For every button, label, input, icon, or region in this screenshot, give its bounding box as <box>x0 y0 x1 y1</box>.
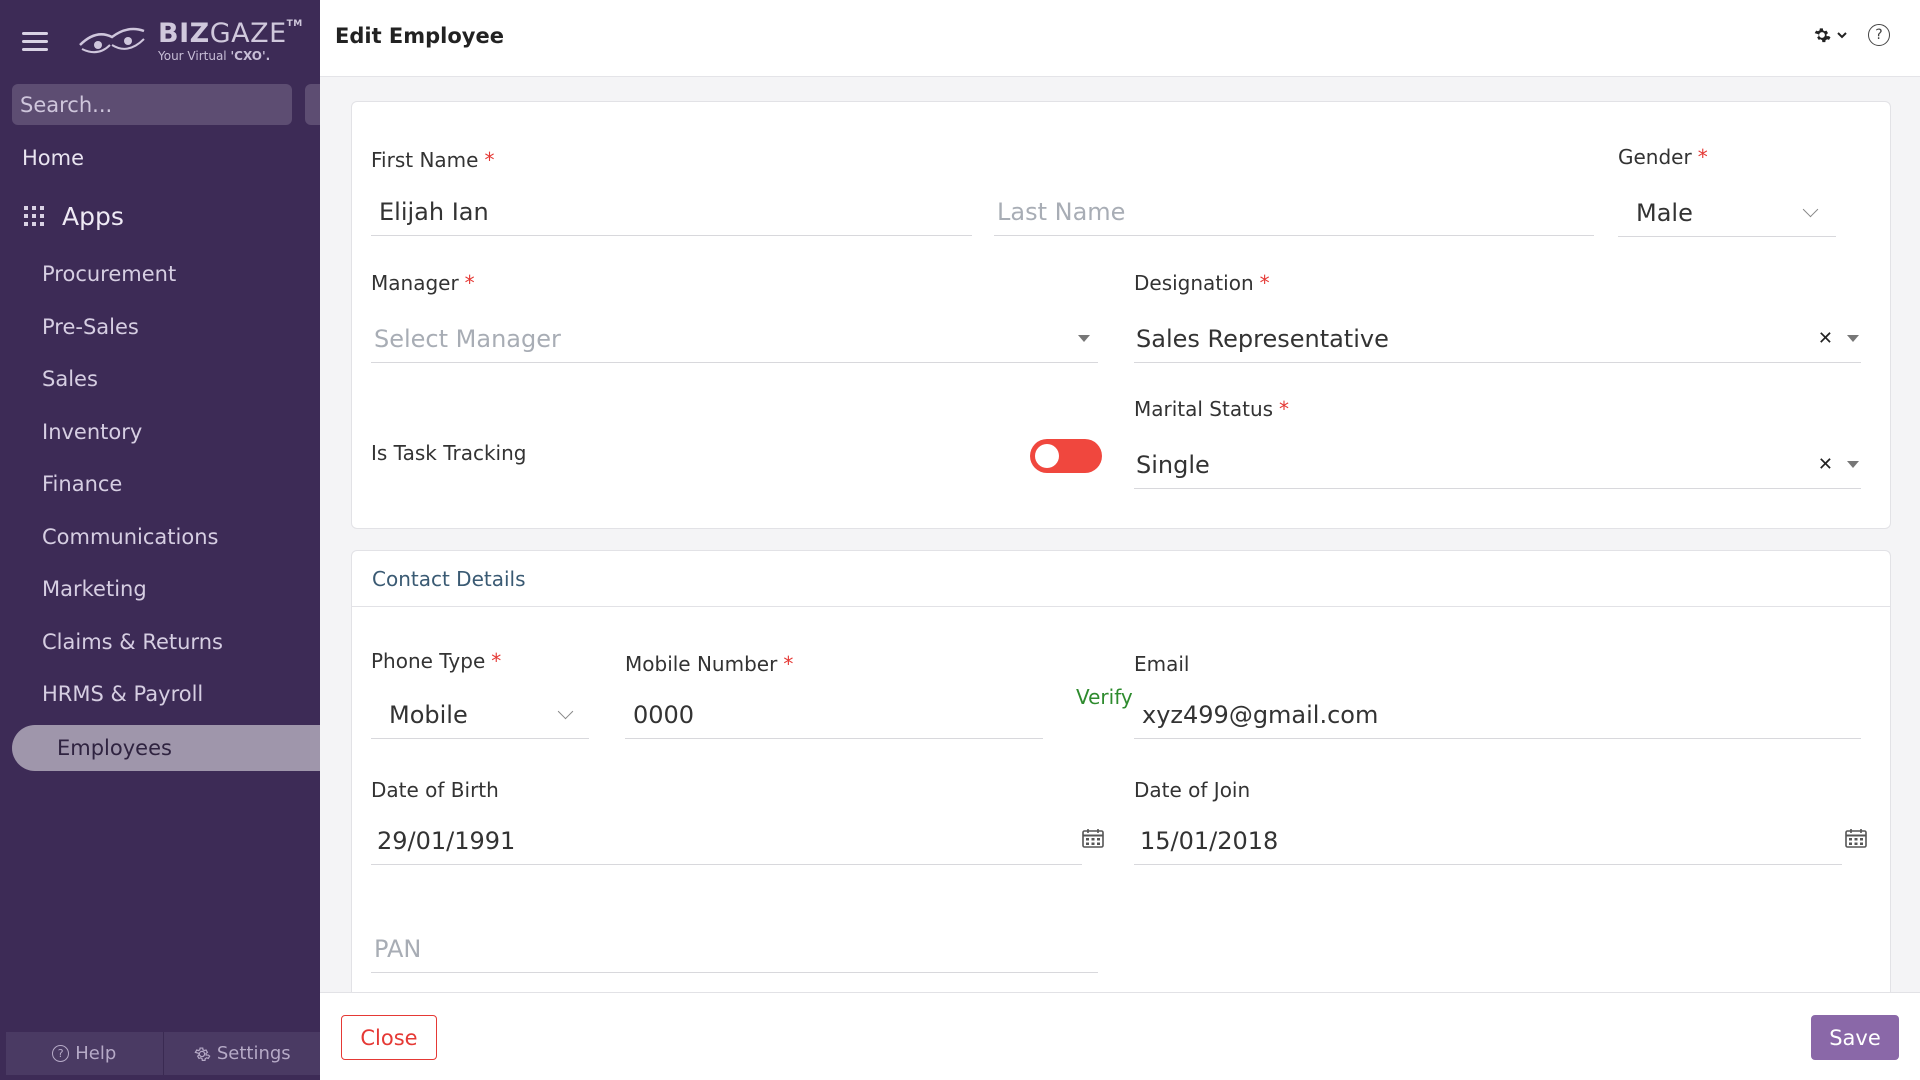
employee-basic-info-card: First Name * Elijah Ian Last Name Gender *… <box>351 101 1891 529</box>
form-footer: Close Save <box>320 992 1920 1080</box>
first-name-input[interactable]: Elijah Ian <box>371 188 972 236</box>
sidebar-item-procurement[interactable]: Procurement <box>0 248 320 301</box>
contact-details-header: Contact Details <box>352 551 1890 607</box>
gender-field: Gender * Male <box>1618 145 1836 245</box>
date-of-join-input[interactable]: 15/01/2018 <box>1134 817 1842 865</box>
logo-tagline: Your Virtual 'CXO'. <box>158 49 271 63</box>
sidebar-item-apps[interactable]: Apps <box>0 196 320 236</box>
sidebar-item-hrms-payroll[interactable]: HRMS & Payroll <box>0 668 320 721</box>
phone-type-label: Phone Type <box>371 649 486 673</box>
caret-down-icon[interactable] <box>1078 335 1090 342</box>
search-input[interactable] <box>20 92 288 117</box>
sidebar-item-employees[interactable]: Employees <box>12 724 320 771</box>
mobile-number-input[interactable]: 0000 <box>625 691 1043 739</box>
date-of-birth-label: Date of Birth <box>371 778 499 802</box>
sidebar-item-sales[interactable]: Sales <box>0 353 320 406</box>
manager-field: Manager * Select Manager <box>371 271 1098 371</box>
help-button[interactable]: ? Help <box>6 1032 164 1075</box>
calendar-icon[interactable] <box>1845 828 1867 848</box>
sidebar-nav: Home Apps Procurement Pre-Sales Sales In… <box>0 140 320 771</box>
logo-eyes-icon <box>79 27 145 54</box>
date-of-join-field: Date of Join 15/01/2018 <box>1134 778 1842 875</box>
marital-status-field: Marital Status * Single ✕ <box>1134 397 1861 497</box>
search-extra-button[interactable] <box>305 84 320 125</box>
email-label: Email <box>1134 652 1190 676</box>
manager-select[interactable]: Select Manager <box>371 315 1098 363</box>
main-content: Edit Employee ? First Name * Elijah Ian L… <box>320 0 1920 1080</box>
verify-mobile-link[interactable]: Verify <box>1076 685 1133 709</box>
phone-type-field: Phone Type * Mobile <box>371 649 589 749</box>
task-tracking-field: Is Task Tracking <box>371 441 526 465</box>
sidebar-footer: ? Help Settings <box>6 1032 320 1075</box>
last-name-field: Last Name <box>994 188 1594 243</box>
sidebar-item-claims-returns[interactable]: Claims & Returns <box>0 616 320 669</box>
sidebar-item-communications[interactable]: Communications <box>0 511 320 564</box>
designation-label: Designation <box>1134 271 1254 295</box>
gear-icon <box>194 1046 211 1061</box>
mobile-number-field: Mobile Number * 0000 <box>625 652 1043 749</box>
marital-status-label: Marital Status <box>1134 397 1274 421</box>
marital-status-select[interactable]: Single ✕ <box>1134 441 1861 489</box>
designation-field: Designation * Sales Representative ✕ <box>1134 271 1861 371</box>
first-name-label: First Name <box>371 148 479 172</box>
sidebar: BIZGAZETM Your Virtual 'CXO'. Home Apps … <box>0 0 320 1080</box>
sidebar-search <box>12 84 292 125</box>
gear-icon <box>1814 28 1831 43</box>
mobile-number-label: Mobile Number <box>625 652 778 676</box>
task-tracking-toggle[interactable] <box>1030 439 1102 473</box>
manager-label: Manager <box>371 271 459 295</box>
date-of-join-label: Date of Join <box>1134 778 1251 802</box>
task-tracking-label: Is Task Tracking <box>371 441 527 465</box>
sidebar-header: BIZGAZETM Your Virtual 'CXO'. <box>0 0 320 82</box>
email-field: Email xyz499@gmail.com <box>1134 652 1861 749</box>
date-of-birth-field: Date of Birth 29/01/1991 <box>371 778 1082 875</box>
settings-button[interactable]: Settings <box>164 1032 321 1075</box>
sidebar-item-inventory[interactable]: Inventory <box>0 406 320 459</box>
date-of-birth-input[interactable]: 29/01/1991 <box>371 817 1082 865</box>
hamburger-menu-icon[interactable] <box>22 31 48 51</box>
apps-grid-icon <box>24 206 44 226</box>
sidebar-item-finance[interactable]: Finance <box>0 458 320 511</box>
pan-field: PAN <box>371 925 1098 980</box>
chevron-down-icon <box>557 703 574 720</box>
caret-down-icon[interactable] <box>1847 335 1859 342</box>
phone-type-select[interactable]: Mobile <box>371 691 589 739</box>
sidebar-apps-label: Apps <box>62 201 124 231</box>
help-icon: ? <box>52 1045 70 1062</box>
sidebar-item-marketing[interactable]: Marketing <box>0 563 320 616</box>
designation-select[interactable]: Sales Representative ✕ <box>1134 315 1861 363</box>
page-header: Edit Employee ? <box>320 0 1920 77</box>
caret-down-icon[interactable] <box>1847 461 1859 468</box>
clear-designation-icon[interactable]: ✕ <box>1818 328 1833 349</box>
gender-select[interactable]: Male <box>1618 189 1836 237</box>
last-name-input[interactable]: Last Name <box>994 188 1594 236</box>
sidebar-item-pre-sales[interactable]: Pre-Sales <box>0 301 320 354</box>
pan-input[interactable]: PAN <box>371 925 1098 973</box>
brand-logo[interactable]: BIZGAZETM Your Virtual 'CXO'. <box>76 20 303 62</box>
toggle-knob <box>1035 444 1059 468</box>
email-input[interactable]: xyz499@gmail.com <box>1134 691 1861 739</box>
chevron-down-icon <box>1837 32 1847 39</box>
help-circle-icon[interactable]: ? <box>1868 24 1890 46</box>
first-name-field: First Name * Elijah Ian <box>371 148 972 243</box>
logo-title: BIZGAZETM <box>158 18 303 49</box>
save-button[interactable]: Save <box>1811 1015 1899 1060</box>
sidebar-item-home[interactable]: Home <box>0 140 320 176</box>
gender-label: Gender <box>1618 145 1692 169</box>
sidebar-app-list: Procurement Pre-Sales Sales Inventory Fi… <box>0 248 320 771</box>
contact-details-card: Contact Details Phone Type * Mobile Mobil… <box>351 550 1891 1050</box>
page-title: Edit Employee <box>335 24 504 48</box>
calendar-icon[interactable] <box>1082 828 1104 848</box>
clear-marital-status-icon[interactable]: ✕ <box>1818 454 1833 475</box>
chevron-down-icon <box>1802 201 1819 218</box>
page-settings-dropdown[interactable] <box>1812 25 1848 45</box>
close-button[interactable]: Close <box>341 1015 437 1060</box>
required-mark: * <box>484 148 495 172</box>
